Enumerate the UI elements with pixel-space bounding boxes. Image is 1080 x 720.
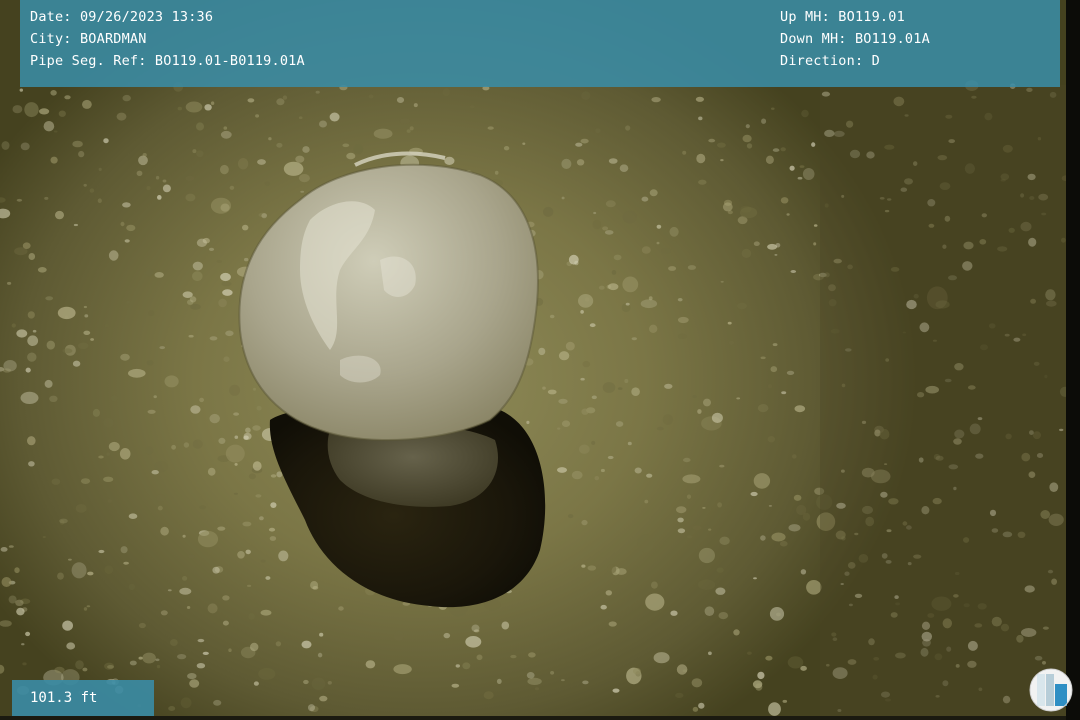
lateral-connection	[238, 151, 546, 608]
up-manhole-label: Up MH: BO119.01	[780, 9, 905, 25]
pipe-segment-label: Pipe Seg. Ref: BO119.01-B0119.01A	[30, 53, 305, 69]
frame-edge	[1066, 0, 1080, 720]
logo-icon	[1029, 668, 1073, 712]
inspection-camera-view	[0, 0, 1066, 716]
distance-value: 101.3 ft	[30, 690, 98, 706]
banner-left-column: Date: 09/26/2023 13:36 City: BOARDMAN Pi…	[30, 6, 305, 72]
city-label: City: BOARDMAN	[30, 31, 147, 47]
distance-counter: 101.3 ft	[12, 680, 154, 716]
date-label: Date: 09/26/2023 13:36	[30, 9, 214, 25]
banner-right-column: Up MH: BO119.01 Down MH: BO119.01A Direc…	[780, 6, 930, 72]
inspection-info-banner: Date: 09/26/2023 13:36 City: BOARDMAN Pi…	[20, 0, 1060, 87]
down-manhole-label: Down MH: BO119.01A	[780, 31, 930, 47]
lateral-cap	[239, 164, 538, 441]
direction-label: Direction: D	[780, 53, 880, 69]
